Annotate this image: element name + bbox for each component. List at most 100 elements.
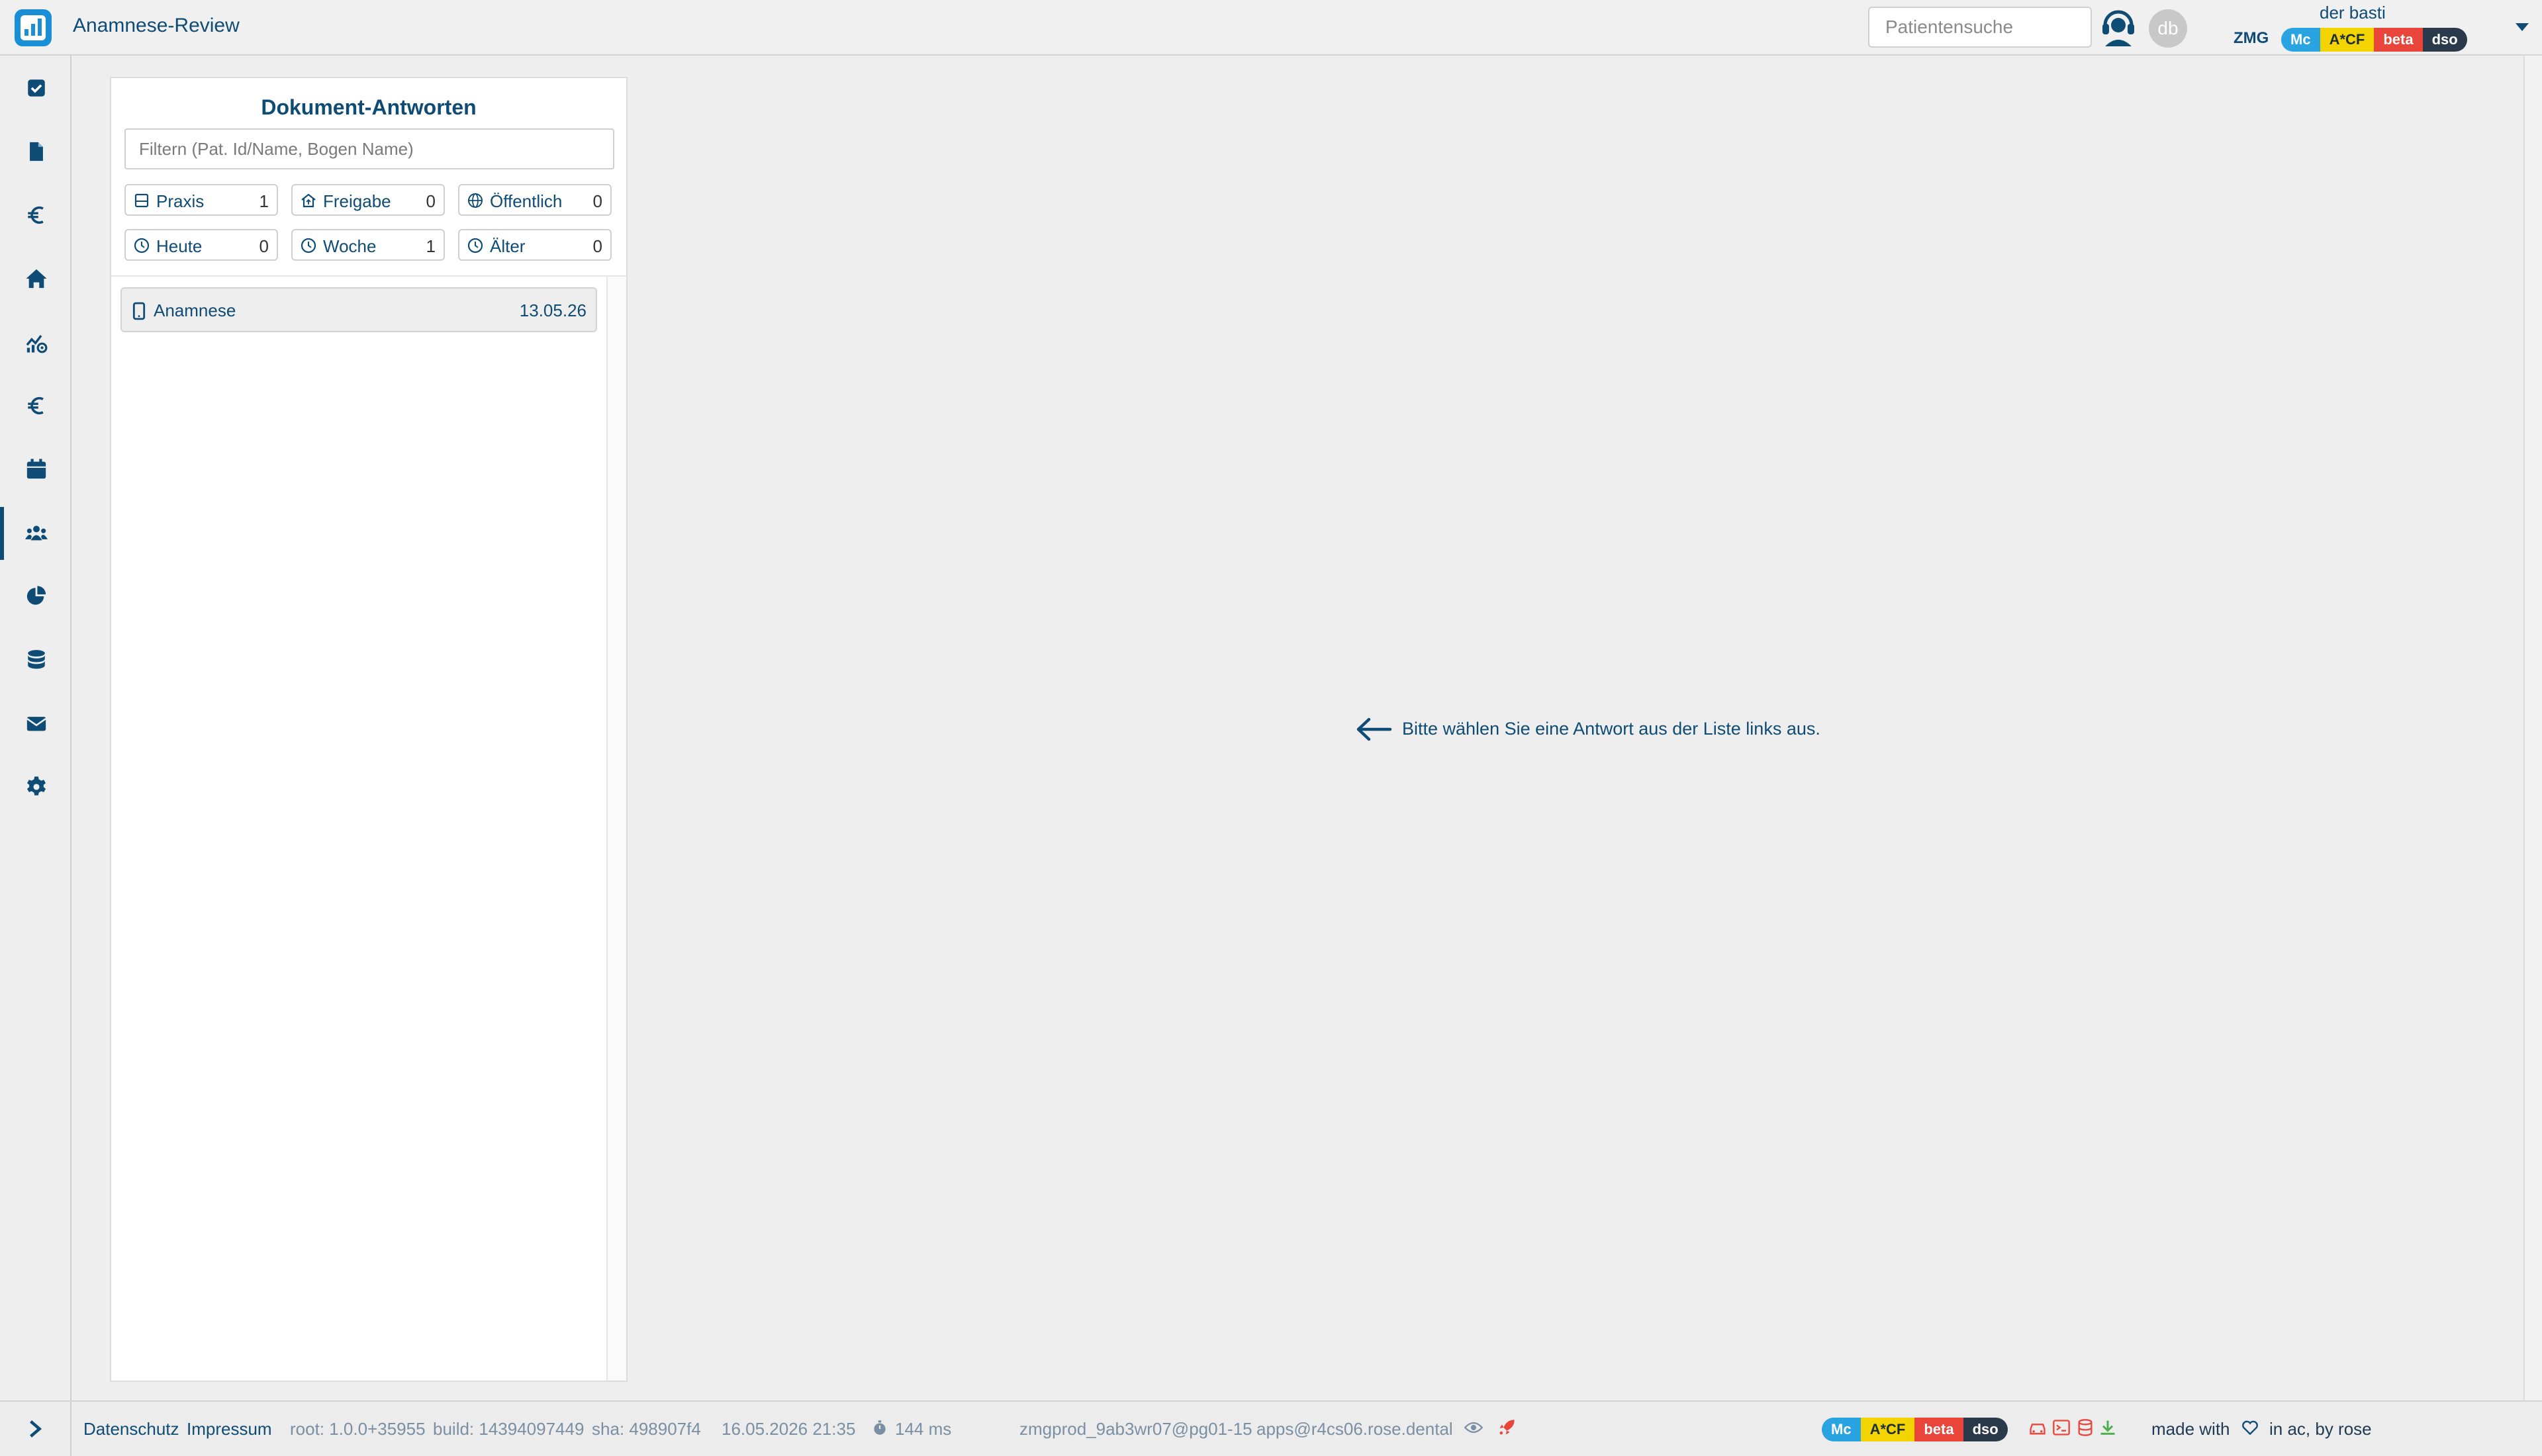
database-info: zmgprod_9ab3wr07@pg01-15 <box>1019 1419 1252 1439</box>
sidebar-item-messages[interactable] <box>0 698 70 751</box>
eye-icon[interactable] <box>1464 1418 1483 1437</box>
filter-chip-oeffentlich[interactable]: Öffentlich 0 <box>458 184 612 216</box>
car-icon[interactable] <box>2028 1418 2047 1437</box>
response-time: 144 ms <box>895 1419 952 1439</box>
document-responses-panel: Dokument-Antworten Praxis 1 Freigabe 0 Ö… <box>110 77 628 1382</box>
filter-chip-praxis[interactable]: Praxis 1 <box>124 184 278 216</box>
list-item-date: 13.05.26 <box>519 300 587 320</box>
avatar[interactable]: db <box>2149 9 2187 48</box>
euro-icon <box>28 206 44 224</box>
check-square-icon <box>28 79 45 97</box>
heart-icon <box>2242 1420 2258 1435</box>
panel-divider <box>111 275 626 277</box>
users-icon <box>25 525 48 541</box>
home-icon <box>26 269 47 289</box>
practice-icon <box>134 193 149 208</box>
chip-count: 0 <box>592 236 602 256</box>
gear-icon <box>26 776 46 796</box>
sidebar-item-tasks[interactable] <box>0 62 70 115</box>
footer-feature-tags: Mc A*CF beta dso <box>1822 1418 2008 1441</box>
globe-icon <box>468 193 483 208</box>
chevron-down-icon[interactable] <box>2516 23 2529 32</box>
filter-chip-woche[interactable]: Woche 1 <box>291 229 445 261</box>
arrow-left-icon <box>1356 717 1392 741</box>
filter-input[interactable] <box>124 128 614 169</box>
share-icon <box>301 193 316 208</box>
list-item[interactable]: Anamnese 13.05.26 <box>120 287 597 332</box>
tag-acf: A*CF <box>1860 1418 1915 1441</box>
clock-icon <box>301 238 316 253</box>
build-number: build: 14394097449 <box>433 1419 585 1439</box>
chip-label: Heute <box>156 236 203 256</box>
root-version: root: 1.0.0+35955 <box>290 1419 426 1439</box>
chip-label: Praxis <box>156 191 205 211</box>
stopwatch-icon <box>874 1420 886 1435</box>
sidebar-item-patients[interactable] <box>0 507 70 560</box>
download-icon[interactable] <box>2098 1418 2117 1437</box>
chip-label: Öffentlich <box>490 191 563 211</box>
list-item-name: Anamnese <box>154 300 236 320</box>
chip-count: 0 <box>592 191 602 211</box>
database-icon <box>28 650 45 669</box>
chevron-right-icon <box>30 1420 42 1437</box>
build-datetime: 16.05.2026 21:35 <box>722 1419 856 1439</box>
chip-count: 0 <box>426 191 436 211</box>
org-label: ZMG <box>2234 29 2269 47</box>
sidebar-item-billing[interactable] <box>0 189 70 242</box>
imprint-link[interactable]: Impressum <box>187 1419 272 1439</box>
sidebar-item-documents[interactable] <box>0 126 70 179</box>
tag-beta: beta <box>1914 1418 1963 1441</box>
tablet-icon <box>132 302 146 320</box>
tag-dso: dso <box>2422 28 2467 52</box>
document-icon <box>30 142 43 161</box>
support-agent-icon[interactable] <box>2100 7 2137 46</box>
sidebar-item-settings[interactable] <box>0 761 70 814</box>
calendar-icon <box>26 459 46 479</box>
patient-search-input[interactable] <box>1868 7 2092 48</box>
sidebar-item-finance[interactable] <box>0 380 70 433</box>
user-name[interactable]: der basti <box>2320 3 2386 23</box>
tag-dso: dso <box>1963 1418 2008 1441</box>
database-icon[interactable] <box>2076 1418 2095 1437</box>
tag-beta: beta <box>2374 28 2423 52</box>
sidebar-item-analytics[interactable] <box>0 316 70 369</box>
empty-state-message: Bitte wählen Sie eine Antwort aus der Li… <box>1402 719 1820 739</box>
sidebar-item-home[interactable] <box>0 253 70 306</box>
pie-chart-icon <box>26 586 46 605</box>
host-info: apps@r4cs06.rose.dental <box>1256 1419 1453 1439</box>
main-scrollbar[interactable] <box>2523 56 2542 1400</box>
sidebar-item-reports[interactable] <box>0 570 70 623</box>
filter-chip-aelter[interactable]: Älter 0 <box>458 229 612 261</box>
clock-icon <box>134 238 150 253</box>
filter-chip-freigabe[interactable]: Freigabe 0 <box>291 184 445 216</box>
made-with-text: made with <box>2151 1419 2230 1439</box>
panel-scrollbar[interactable] <box>606 277 626 1381</box>
mail-icon <box>26 717 46 731</box>
feature-tags: Mc A*CF beta dso <box>2281 28 2467 52</box>
app-logo-icon[interactable] <box>15 9 52 46</box>
chip-label: Älter <box>490 236 526 256</box>
sidebar-item-calendar[interactable] <box>0 443 70 496</box>
top-bar: Anamnese-Review db der basti ZMG Mc A*CF… <box>0 0 2542 56</box>
tag-mc: Mc <box>1822 1418 1861 1441</box>
sidebar-expand-button[interactable] <box>0 1402 71 1456</box>
rocket-icon[interactable] <box>1497 1418 1516 1437</box>
chip-count: 0 <box>259 236 269 256</box>
sha-hash: sha: 498907f4 <box>592 1419 701 1439</box>
chip-label: Woche <box>323 236 377 256</box>
chip-count: 1 <box>426 236 436 256</box>
filter-chip-heute[interactable]: Heute 0 <box>124 229 278 261</box>
tag-mc: Mc <box>2281 28 2320 52</box>
clock-icon <box>467 238 483 253</box>
sidebar <box>0 56 71 1400</box>
tag-acf: A*CF <box>2320 28 2375 52</box>
sidebar-item-database[interactable] <box>0 634 70 687</box>
chip-count: 1 <box>259 191 269 211</box>
made-by-text: in ac, by rose <box>2269 1419 2372 1439</box>
panel-title: Dokument-Antworten <box>261 95 477 119</box>
page-title: Anamnese-Review <box>73 15 240 36</box>
euro-icon <box>28 396 44 415</box>
terminal-icon[interactable] <box>2052 1418 2071 1437</box>
chart-settings-icon <box>26 335 48 353</box>
privacy-link[interactable]: Datenschutz <box>83 1419 179 1439</box>
